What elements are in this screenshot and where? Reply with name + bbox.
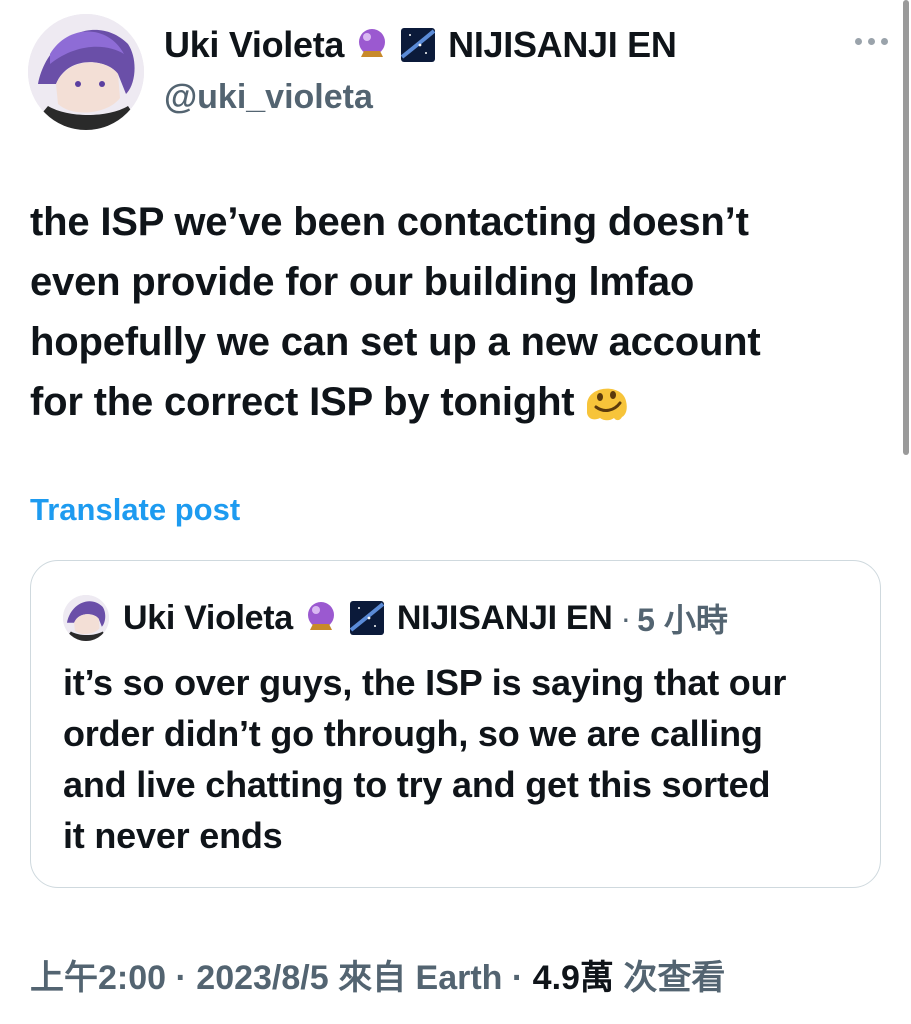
quoted-author-affiliation: NIJISANJI EN: [396, 598, 613, 637]
milky-way-icon: [400, 27, 436, 63]
quoted-timestamp: 5 小時: [637, 602, 728, 638]
separator-dot: ·: [166, 959, 197, 997]
author-display-name[interactable]: Uki Violeta: [164, 24, 344, 66]
quoted-avatar: [63, 595, 109, 641]
crystal-ball-icon: [303, 600, 339, 636]
views-count[interactable]: 4.9萬: [533, 959, 614, 997]
tweet-header: Uki Violeta NIJISANJI EN @uki_violeta: [28, 14, 888, 130]
more-options-icon[interactable]: [855, 38, 888, 45]
separator-dot: ·: [620, 599, 632, 636]
tweet-text: the ISP we’ve been contacting doesn’t ev…: [30, 192, 880, 432]
tweet-meta: 上午2:00 · 2023/8/5 來自 Earth · 4.9萬 次查看: [30, 950, 725, 999]
quoted-tweet-text: it’s so over guys, the ISP is saying tha…: [63, 662, 787, 856]
author-handle[interactable]: @uki_violeta: [164, 78, 373, 117]
tweet-date[interactable]: 2023/8/5: [196, 959, 328, 997]
translate-post-link[interactable]: Translate post: [30, 492, 240, 528]
scrollbar[interactable]: [903, 0, 909, 455]
author-name-row[interactable]: Uki Violeta NIJISANJI EN: [164, 24, 677, 66]
tweet-source: 來自 Earth: [328, 959, 503, 997]
crystal-ball-icon: [354, 27, 390, 63]
views-label: 次查看: [613, 959, 726, 997]
separator-dot: ·: [502, 959, 533, 997]
author-affiliation: NIJISANJI EN: [448, 24, 677, 65]
milky-way-icon: [349, 600, 385, 636]
melting-face-icon: [582, 375, 632, 425]
quoted-author-name: Uki Violeta: [123, 598, 293, 637]
avatar[interactable]: [28, 14, 144, 130]
tweet-time[interactable]: 上午2:00: [30, 959, 166, 997]
tweet-body: the ISP we’ve been contacting doesn’t ev…: [30, 200, 761, 424]
quoted-tweet-header: Uki Violeta NIJISANJI EN · 5 小時: [63, 595, 728, 641]
quoted-tweet-card[interactable]: Uki Violeta NIJISANJI EN · 5 小時 it’s so …: [30, 560, 881, 888]
